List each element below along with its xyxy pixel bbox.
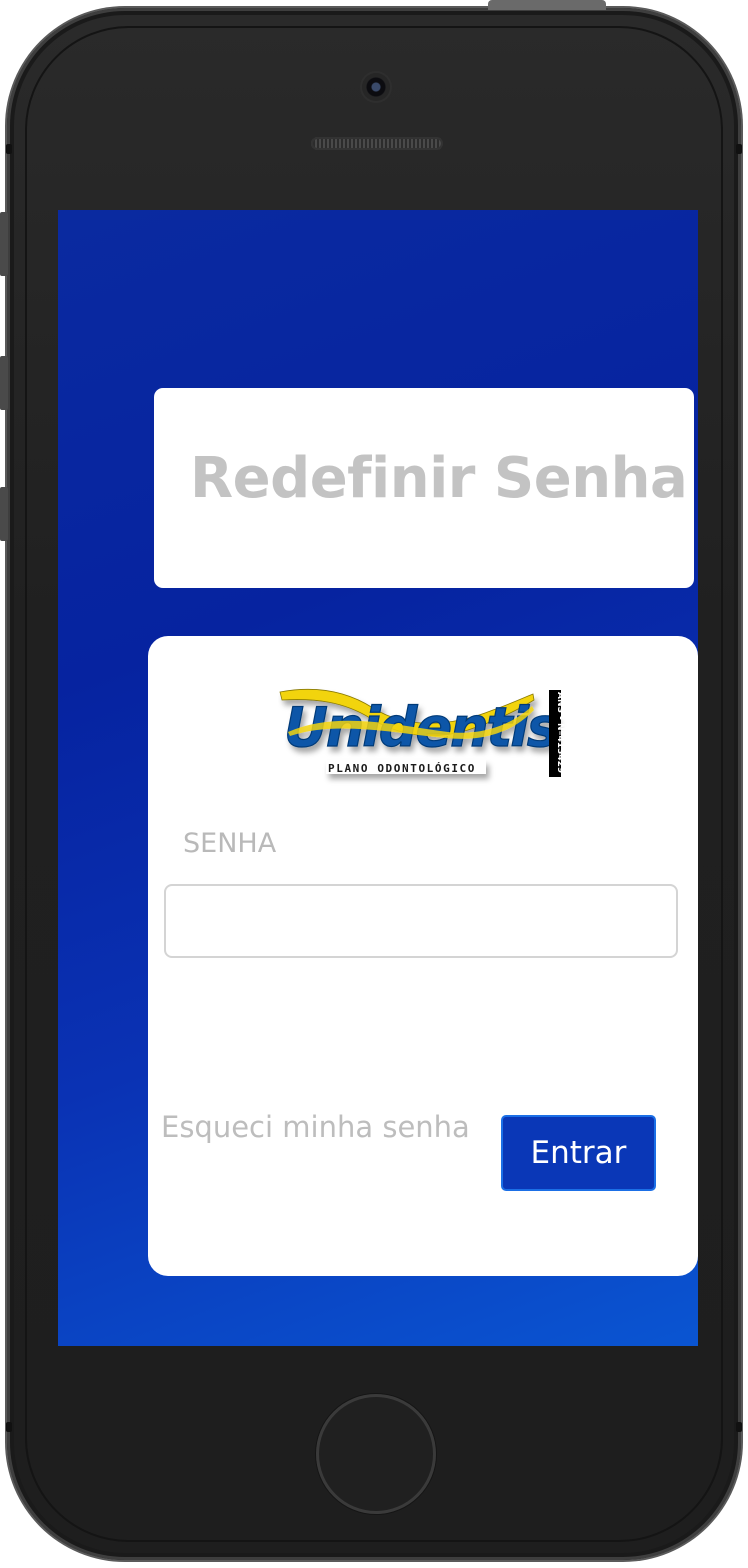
antenna-line bbox=[6, 1422, 12, 1432]
password-input[interactable] bbox=[164, 884, 678, 958]
mute-switch bbox=[0, 212, 8, 276]
camera-icon bbox=[362, 73, 390, 101]
app-screen: Redefinir Senha Unidentis PLANO ODONTOLÓ… bbox=[58, 210, 698, 1346]
volume-up-button bbox=[0, 356, 8, 410]
volume-down-button bbox=[0, 487, 8, 541]
title-card: Redefinir Senha bbox=[154, 388, 694, 588]
forgot-password-link[interactable]: Esqueci minha senha bbox=[161, 1110, 470, 1144]
page-title: Redefinir Senha bbox=[190, 446, 688, 511]
logo-tagline: PLANO ODONTOLÓGICO bbox=[328, 762, 476, 775]
password-label: SENHA bbox=[183, 828, 277, 859]
home-button bbox=[316, 1394, 436, 1514]
login-card: Unidentis PLANO ODONTOLÓGICO ANS - Nº413… bbox=[148, 636, 698, 1276]
power-button bbox=[488, 0, 606, 10]
antenna-line bbox=[6, 144, 12, 154]
antenna-line bbox=[736, 144, 742, 154]
speaker-grille bbox=[311, 137, 443, 150]
enter-button[interactable]: Entrar bbox=[501, 1115, 656, 1191]
logo-ans: ANS - Nº413429 bbox=[555, 692, 565, 773]
logo-graphic: Unidentis PLANO ODONTOLÓGICO ANS - Nº413… bbox=[279, 688, 565, 777]
unidentis-logo: Unidentis PLANO ODONTOLÓGICO ANS - Nº413… bbox=[278, 680, 568, 790]
antenna-line bbox=[736, 1422, 742, 1432]
